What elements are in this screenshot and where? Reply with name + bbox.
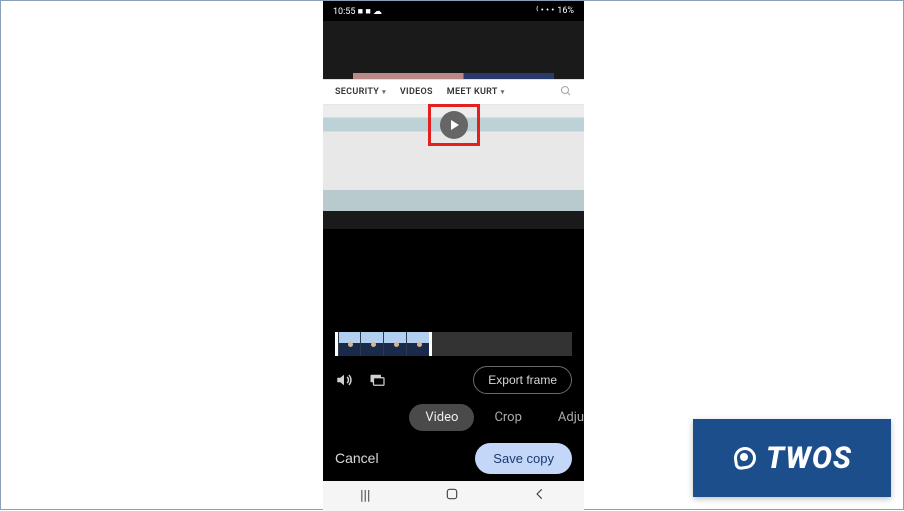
watermark-text: TWOS <box>766 441 852 476</box>
timeline-thumb <box>339 332 361 356</box>
chevron-down-icon: ▾ <box>501 88 505 96</box>
timeline-trim-selection[interactable] <box>335 332 432 356</box>
android-nav-bar: ||| <box>323 481 584 511</box>
tab-crop[interactable]: Crop <box>478 404 537 431</box>
status-time-text: 10:55 <box>333 7 355 17</box>
cancel-button[interactable]: Cancel <box>335 450 379 466</box>
tab-adjust[interactable]: Adju <box>542 404 584 431</box>
play-button-highlight <box>428 104 480 146</box>
status-network-icons: ⁽ • • • <box>536 6 554 16</box>
timeline-thumb <box>384 332 406 356</box>
editor-bottom-bar: Cancel Save copy <box>323 435 584 481</box>
status-right: ⁽ • • • 16% <box>536 6 574 16</box>
nav-recents-button[interactable]: ||| <box>360 488 370 504</box>
tab-video[interactable]: Video <box>409 404 474 431</box>
play-button[interactable] <box>440 111 468 139</box>
mute-button[interactable] <box>335 371 353 389</box>
nav-home-button[interactable] <box>445 487 459 505</box>
editor-tabs: Video Crop Adju <box>323 399 584 435</box>
webpage-nav-bar: SECURITY ▾ VIDEOS MEET KURT ▾ <box>323 79 584 105</box>
image-frame: 10:55 ■ ■ ☁ ⁽ • • • 16% SECURITY ▾ VIDEO… <box>0 0 904 510</box>
search-icon <box>560 85 572 100</box>
status-battery-pct: 16% <box>557 6 574 16</box>
video-preview-area[interactable]: SECURITY ▾ VIDEOS MEET KURT ▾ <box>323 21 584 229</box>
editor-controls-row: Export frame <box>323 361 584 399</box>
status-notif-icons: ■ ■ ☁ <box>358 7 382 17</box>
frame-snapshot-button[interactable] <box>369 373 387 387</box>
chevron-down-icon: ▾ <box>382 88 386 96</box>
nav-item-meet-kurt: MEET KURT ▾ <box>447 87 505 97</box>
watermark-eye-icon <box>732 445 758 471</box>
play-icon <box>451 120 459 130</box>
timeline-thumb <box>361 332 383 356</box>
android-status-bar: 10:55 ■ ■ ☁ ⁽ • • • 16% <box>323 1 584 21</box>
export-frame-button[interactable]: Export frame <box>473 366 572 394</box>
timeline-thumb <box>407 332 429 356</box>
nav-label: SECURITY <box>335 87 379 97</box>
timeline-track[interactable] <box>335 332 572 356</box>
nav-item-videos: VIDEOS <box>400 87 433 97</box>
nav-item-security: SECURITY ▾ <box>335 87 386 97</box>
editor-midspace <box>323 229 584 327</box>
timeline-rest[interactable] <box>432 332 572 356</box>
video-timeline[interactable] <box>323 327 584 361</box>
phone-screenshot: 10:55 ■ ■ ☁ ⁽ • • • 16% SECURITY ▾ VIDEO… <box>323 1 584 511</box>
save-copy-button[interactable]: Save copy <box>475 443 572 474</box>
controls-left <box>335 371 387 389</box>
nav-label: MEET KURT <box>447 87 498 97</box>
nav-label: VIDEOS <box>400 87 433 97</box>
nav-back-button[interactable] <box>533 487 547 505</box>
status-time: 10:55 ■ ■ ☁ <box>333 6 382 17</box>
watermark-logo: TWOS <box>693 419 891 497</box>
